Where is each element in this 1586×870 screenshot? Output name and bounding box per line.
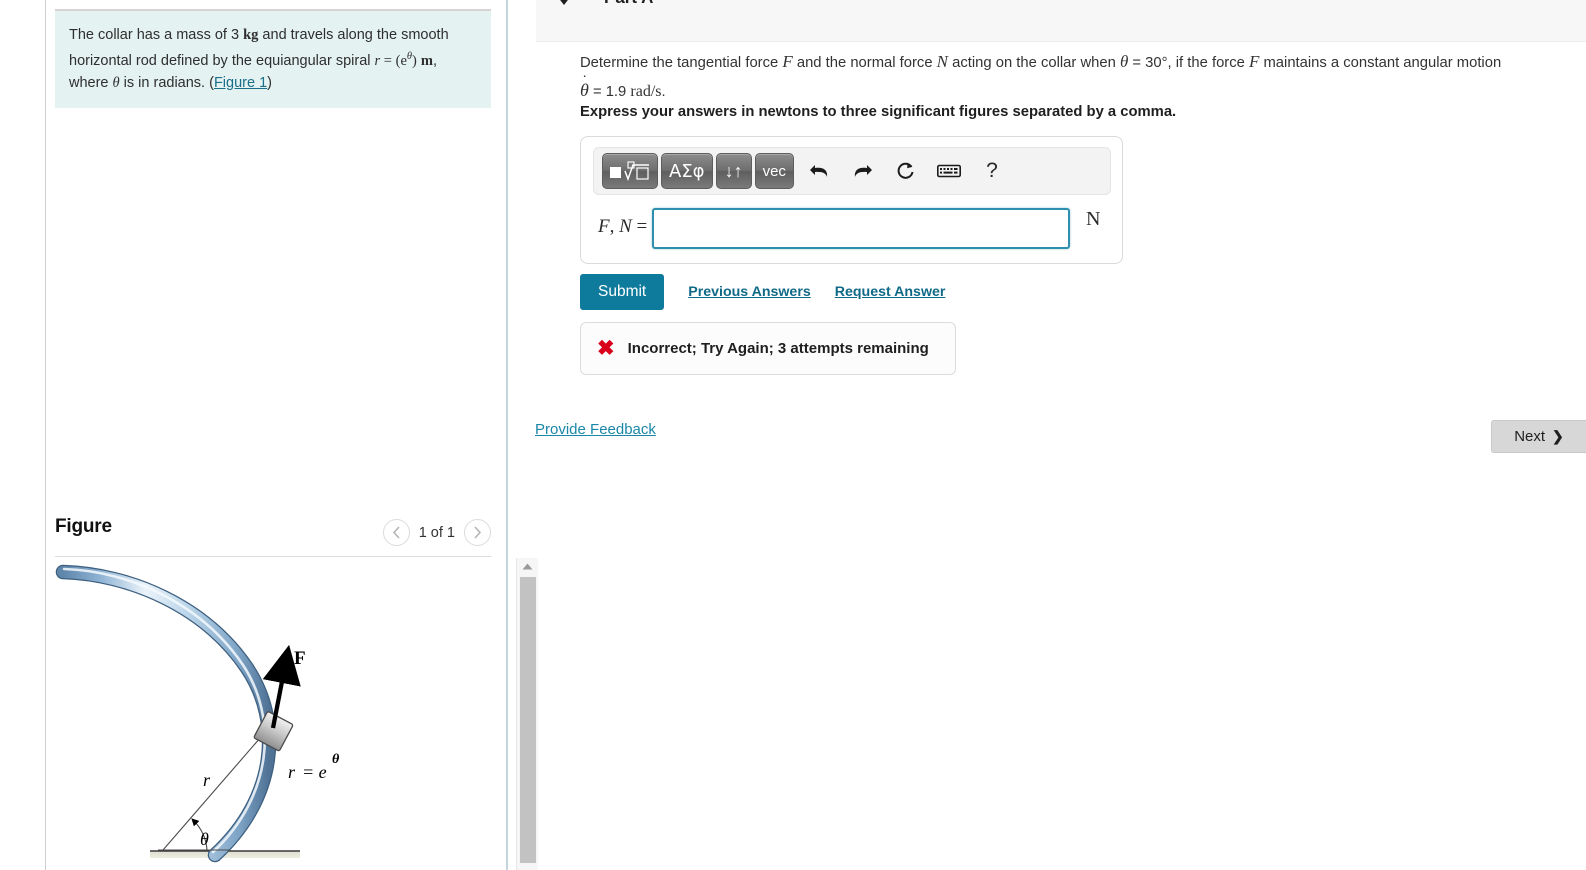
answer-input[interactable] [652,208,1070,249]
figure-label-radius: r [203,770,211,790]
submit-button[interactable]: Submit [580,274,665,310]
keyboard-icon[interactable] [932,154,966,188]
rod-outline [55,564,277,863]
next-button[interactable]: Next ❯ [1491,420,1586,453]
question-text-d: , if the force [1167,55,1249,71]
figure-navigation: 1 of 1 [382,519,491,546]
problem-spiral-eq: = [380,52,396,69]
part-a-header[interactable]: Part A [536,0,1586,42]
figure-counter: 1 of 1 [418,524,455,541]
caret-down-icon[interactable] [557,0,571,5]
figure-prev-button[interactable] [382,519,410,546]
left-panel: The collar has a mass of 3 kg and travel… [46,0,538,870]
feedback-message: Incorrect; Try Again; 3 attempts remaini… [627,340,929,357]
error-x-icon: ✖ [597,337,615,360]
figure-label-equation-exponent: θ [332,752,340,767]
answer-label-N: N [619,216,632,237]
answer-label: F, N = [598,216,647,238]
reset-icon-glyph [898,162,914,179]
figure-label-force: F [294,648,306,669]
figure-label-equation-r: r [288,762,296,782]
problem-theta: θ [112,74,120,91]
math-toolbar: ΑΣφ ↓↑ vec ? [593,147,1111,195]
math-template-button[interactable] [602,153,658,189]
figure-label-equation-eq: = e [302,762,327,782]
assignment-page: The collar has a mass of 3 kg and travel… [0,0,1586,870]
figure-label-angle: θ [200,829,209,849]
question-rad-unit: rad/s [630,83,662,100]
square-root-template-icon [610,161,649,182]
answer-row: F, N = [581,203,1124,255]
problem-statement: The collar has a mass of 3 kg and travel… [55,9,491,108]
submit-row: Submit Previous Answers Request Answer [580,274,945,310]
chevron-left-icon [392,526,400,539]
redo-arrow-icon[interactable] [846,154,880,188]
problem-text-4: is in radians. ( [119,74,214,91]
part-a-title: Part A [604,0,653,8]
redo-icon-glyph [855,165,873,177]
rod-highlight [62,567,267,854]
figure-header: Figure 1 of 1 [55,508,491,556]
chevron-right-icon [474,526,482,539]
radius-line [162,727,270,851]
keyboard-icon-glyph [936,164,961,178]
question-theta-value: = 30 [1128,55,1162,71]
request-answer-link[interactable]: Request Answer [835,284,946,300]
undo-icon-glyph [810,165,828,177]
question-text-b: and the normal force [792,55,937,71]
figure-divider [55,556,491,557]
figure-next-button[interactable] [464,519,491,546]
answer-label-F: F [598,216,610,237]
problem-spiral-open: (e [395,52,407,69]
next-button-label: Next [1514,428,1546,445]
right-panel: Part A Determine the tangential force F … [508,0,1586,870]
question-period: . [661,84,666,100]
question-text-a: Determine the tangential force [580,55,783,71]
express-instruction: Express your answers in newtons to three… [580,104,1177,120]
question-text-c: acting on the collar when [948,55,1120,71]
problem-length-unit: m [420,52,433,69]
feedback-banner: ✖ Incorrect; Try Again; 3 attempts remai… [580,322,956,375]
figure-viewport: F r θ r = e θ [55,558,491,870]
provide-feedback-link[interactable]: Provide Feedback [535,421,656,438]
problem-text-1: The collar has a mass of 3 [69,27,244,43]
question-force-F2: F [1248,52,1260,71]
answer-widget: ΑΣφ ↓↑ vec ? F, N = [580,136,1123,264]
question-force-N: N [936,52,949,71]
problem-spiral-close: ) [412,52,417,69]
figure-title: Figure [55,516,112,537]
question-force-F: F [782,52,793,71]
question-theta-dot-value: = 1.9 [588,84,631,100]
equiangular-spiral-rod [57,566,276,861]
spiral-rod-diagram: F r θ r = e θ [55,564,340,863]
answer-label-comma: , [609,216,620,237]
help-button[interactable]: ? [975,154,1009,188]
undo-arrow-icon[interactable] [803,154,837,188]
question-prompt: Determine the tangential force F and the… [580,48,1530,106]
problem-mass-unit: kg [243,27,259,43]
subscript-superscript-button[interactable]: ↓↑ [715,153,752,189]
figure-1-link[interactable]: Figure 1 [214,75,267,91]
reset-circle-icon[interactable] [889,154,923,188]
answer-unit: N [1086,208,1101,230]
chevron-right-icon: ❯ [1552,428,1564,444]
greek-symbols-button[interactable]: ΑΣφ [661,153,713,189]
question-theta-dot: θ [580,68,589,104]
previous-answers-link[interactable]: Previous Answers [688,284,811,300]
vector-button[interactable]: vec [754,153,794,189]
answer-label-equals: = [631,216,648,237]
question-text-e: maintains a constant angular motion [1259,55,1502,71]
problem-text-5: ) [267,74,272,91]
